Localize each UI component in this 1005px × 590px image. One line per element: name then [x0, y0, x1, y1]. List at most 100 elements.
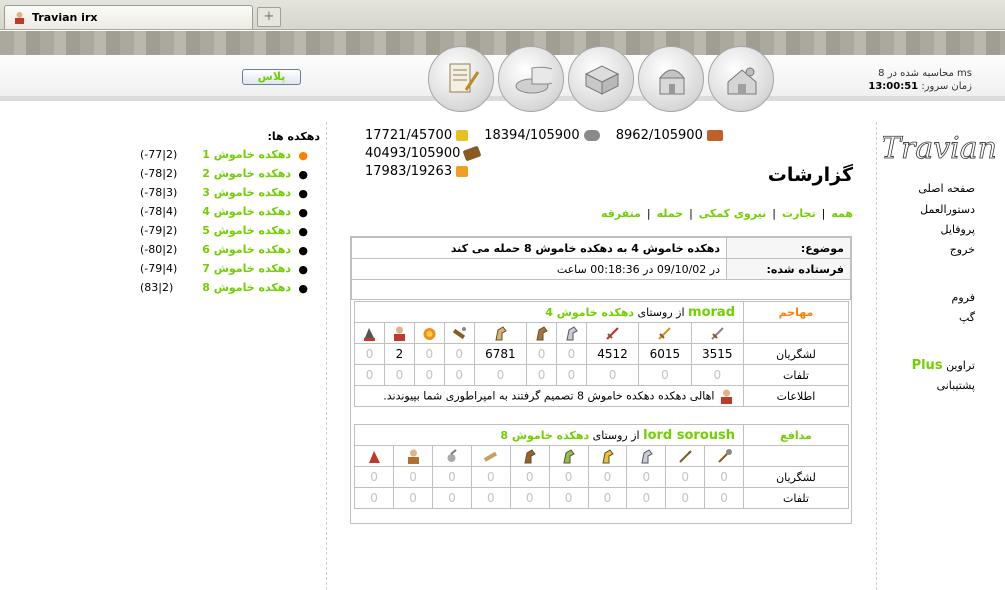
village-item[interactable]: ● دهکده خاموش 1 (-77|2) — [140, 148, 320, 167]
village-coords: (-78|4) — [140, 205, 178, 218]
village-bullet: ● — [298, 168, 308, 181]
chief-icon — [393, 445, 433, 467]
divider-right — [876, 122, 877, 590]
report-filters: همه | تجارت | نیروی کمکی | حمله | متفرقه — [601, 207, 853, 220]
ram-icon — [470, 445, 511, 467]
defender-role: مدافع — [743, 424, 849, 446]
attacker-losses-label: تلفات — [743, 364, 849, 386]
village-coords: (-79|2) — [140, 224, 178, 237]
travian-logo[interactable]: Travian — [881, 124, 998, 168]
defender-loss-count: 0 — [587, 487, 628, 509]
village-name[interactable]: دهکده خاموش 6 — [202, 243, 291, 256]
nav-forum[interactable]: فروم — [952, 291, 975, 304]
attacker-loss-count: 0 — [585, 364, 640, 386]
defender-village[interactable]: دهکده خاموش 8 — [500, 429, 589, 442]
village-name[interactable]: دهکده خاموش 8 — [202, 281, 291, 294]
browser-tab-title: Travian irx — [32, 11, 98, 24]
village-name[interactable]: دهکده خاموش 4 — [202, 205, 291, 218]
village-center-icon[interactable] — [638, 46, 704, 112]
village-item[interactable]: ● دهکده خاموش 5 (-79|2) — [140, 224, 320, 243]
equites-caesaris-icon — [473, 322, 528, 344]
map-icon[interactable] — [568, 46, 634, 112]
attacker-village[interactable]: دهکده خاموش 4 — [545, 306, 634, 319]
village-bullet: ● — [298, 225, 308, 238]
empty-cell — [743, 322, 849, 344]
defender-player[interactable]: lord soroush — [643, 428, 735, 443]
village-name[interactable]: دهکده خاموش 5 — [202, 224, 291, 237]
defender-troops-label: لشگریان — [743, 466, 849, 488]
statistics-icon[interactable] — [498, 46, 564, 112]
browser-tab-bar: Travian irx + — [0, 0, 1005, 30]
village-name[interactable]: دهکده خاموش 7 — [202, 262, 291, 275]
village-name[interactable]: دهکده خاموش 2 — [202, 167, 291, 180]
attacker-troop-count: 6781 — [473, 343, 528, 365]
clay-resource: 8962/105900 — [616, 126, 723, 144]
defender-header: lord soroush از روستای دهکده خاموش 8 — [354, 424, 744, 446]
sent-value: در 09/10/02 در 00:18:36 ساعت — [351, 258, 727, 280]
equites-legati-icon — [555, 322, 587, 344]
nav-travian-plus[interactable]: تراوین Plus — [912, 358, 975, 373]
village-name[interactable]: دهکده خاموش 1 — [202, 148, 291, 161]
server-clock-label: زمان سرور: — [921, 81, 972, 92]
filter-attack[interactable]: حمله — [657, 207, 683, 220]
svg-text:Travian: Travian — [883, 131, 995, 166]
village-item[interactable]: ● دهکده خاموش 6 (-80|2) — [140, 243, 320, 262]
attacker-loss-count: 0 — [526, 364, 557, 386]
defender-troop-count: 0 — [393, 466, 433, 488]
browser-tab[interactable]: Travian irx — [4, 5, 253, 29]
filter-reinforcement[interactable]: نیروی کمکی — [699, 207, 767, 220]
defender-loss-count: 0 — [548, 487, 589, 509]
village-bullet: ● — [298, 206, 308, 219]
village-coords: (-80|2) — [140, 243, 178, 256]
attacker-player[interactable]: morad — [688, 305, 735, 320]
plus-button[interactable]: پلاس — [242, 69, 301, 85]
nav-support[interactable]: پشتیبانی — [937, 379, 975, 392]
attacker-loss-count: 0 — [555, 364, 587, 386]
reports-icon[interactable] — [428, 46, 494, 112]
iron-resource: 18394/105900 — [484, 126, 600, 144]
settler-icon — [353, 445, 395, 467]
report-meta-table: موضوع: دهکده خاموش 4 به دهکده خاموش 8 حم… — [351, 237, 851, 300]
attacker-troops-row: لشگریان 3515 6015 4512 0 0 6781 0 0 2 0 — [353, 343, 849, 365]
village-overview-icon[interactable] — [708, 46, 774, 112]
new-tab-button[interactable]: + — [257, 7, 281, 27]
village-coords: (-79|4) — [140, 262, 178, 275]
paladin-icon — [587, 445, 628, 467]
defender-troops-row: لشگریان 0 0 0 0 0 0 0 0 0 0 — [353, 466, 849, 488]
attacker-troop-count: 6015 — [638, 343, 692, 365]
defender-from-text: از روستای — [592, 428, 640, 442]
nav-chat[interactable]: گپ — [959, 311, 975, 324]
defender-troop-count: 0 — [548, 466, 589, 488]
defender-troop-count: 0 — [470, 466, 511, 488]
attacker-troop-count: 0 — [443, 343, 475, 365]
crop-icon — [456, 129, 469, 141]
village-item[interactable]: ● دهکده خاموش 8 (83|2) — [140, 281, 320, 300]
empty-cell — [743, 445, 849, 467]
village-bullet: ● — [298, 282, 308, 295]
defender-loss-count: 0 — [704, 487, 744, 509]
filter-trade[interactable]: تجارت — [782, 207, 816, 220]
attacker-troop-count: 0 — [555, 343, 587, 365]
village-item[interactable]: ● دهکده خاموش 3 (-78|3) — [140, 186, 320, 205]
defender-loss-count: 0 — [470, 487, 511, 509]
server-clock-row: زمان سرور: 13:00:51 — [868, 80, 972, 93]
senator-icon — [384, 322, 415, 344]
village-item[interactable]: ● دهکده خاموش 4 (-78|4) — [140, 205, 320, 224]
village-coords: (-78|3) — [140, 186, 178, 199]
nav-profile[interactable]: پروفایل — [941, 223, 975, 236]
village-name[interactable]: دهکده خاموش 3 — [202, 186, 291, 199]
attacker-info-text: اهالی دهکده دهکده خاموش 8 تصمیم گرفتند ب… — [383, 389, 715, 402]
nav-home[interactable]: صفحه اصلی — [918, 182, 975, 195]
catapult-icon — [432, 445, 472, 467]
page-title: گزارشات — [767, 164, 853, 186]
village-item[interactable]: ● دهکده خاموش 7 (-79|4) — [140, 262, 320, 281]
subject-label: موضوع: — [726, 237, 851, 259]
nav-logout[interactable]: خروج — [950, 243, 975, 256]
nav-manual[interactable]: دستورالعمل — [920, 203, 975, 216]
filter-all[interactable]: همه — [831, 207, 853, 220]
meta-spacer — [351, 279, 851, 300]
village-item[interactable]: ● دهکده خاموش 2 (-78|2) — [140, 167, 320, 186]
lumber-value: 40493/105900 — [365, 145, 461, 161]
filter-misc[interactable]: متفرقه — [601, 207, 641, 220]
senator-icon — [721, 389, 732, 404]
